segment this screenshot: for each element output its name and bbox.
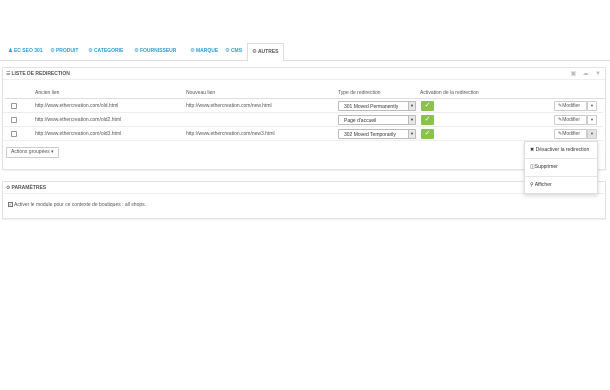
- tab-produit[interactable]: ⚙PRODUIT: [46, 43, 82, 61]
- add-icon[interactable]: ▣: [571, 68, 577, 80]
- chevron-down-icon: ▼: [408, 130, 415, 138]
- list-icon: ☰: [6, 71, 11, 77]
- table-row: http://www.ethercreation.com/old.html ht…: [3, 100, 603, 113]
- check-icon: ✓: [424, 116, 431, 123]
- redirect-type-select[interactable]: 302 Moved Temporarily ▼: [338, 129, 416, 139]
- tab-label: CATEGORIE: [93, 48, 124, 54]
- redirect-type-select[interactable]: 301 Moved Permanently ▼: [338, 101, 416, 111]
- cogs-icon: ⚙: [190, 48, 195, 54]
- cogs-icon: ⚙: [6, 185, 11, 191]
- table-row: http://www.ethercreation.com/old2.html P…: [3, 114, 603, 127]
- check-icon: ✓: [424, 130, 431, 137]
- row-checkbox[interactable]: [11, 131, 17, 137]
- new-link-cell: http://www.ethercreation.com/new3.html: [186, 131, 275, 137]
- old-link-cell: http://www.ethercreation.com/old.html: [35, 103, 119, 109]
- chevron-down-icon: ▼: [408, 102, 415, 110]
- select-value: Page d'accueil: [344, 117, 377, 124]
- column-header-old-link[interactable]: Ancien lien: [35, 90, 59, 96]
- check-icon: ✓: [424, 102, 431, 109]
- new-link-cell: http://www.ethercreation.com/new.html: [186, 103, 272, 109]
- tab-ec-seo-301[interactable]: ♟EC SEO 301: [4, 43, 47, 61]
- filter-icon[interactable]: ▼: [595, 68, 601, 80]
- user-icon: ♟: [8, 48, 13, 54]
- tab-marque[interactable]: ⚙MARQUE: [186, 43, 222, 61]
- panel-toolbar: ▣ ☁ ▼: [566, 68, 601, 80]
- tab-fournisseur[interactable]: ⚙FOURNISSEUR: [130, 43, 180, 61]
- times-icon: ✖: [530, 147, 535, 153]
- row-checkbox[interactable]: [11, 103, 17, 109]
- zoom-icon: ⚲: [530, 182, 534, 188]
- cogs-icon: ⚙: [50, 48, 55, 54]
- row-actions-toggle[interactable]: ▼: [587, 101, 597, 111]
- module-context-option: ✓ Activer le module pour ce contexte de b…: [8, 201, 147, 208]
- module-active-checkbox[interactable]: ✓: [8, 201, 13, 207]
- menu-item-delete[interactable]: ◫Supprimer: [530, 164, 558, 170]
- caret-down-icon: ▼: [590, 103, 594, 108]
- caret-down-icon: ▾: [51, 149, 54, 155]
- menu-item-view[interactable]: ⚲ Afficher: [530, 182, 552, 188]
- header-divider: [5, 98, 605, 99]
- menu-item-label: Supprimer: [534, 164, 558, 170]
- tab-label: CMS: [230, 48, 243, 54]
- table-row: http://www.ethercreation.com/old3.html h…: [3, 128, 603, 141]
- menu-item-label: Désactiver la redirection: [535, 147, 590, 153]
- menu-divider: [525, 158, 597, 159]
- column-header-type[interactable]: Type de redirection: [338, 90, 381, 96]
- parameters-panel: ⚙PARAMÈTRES: [2, 181, 606, 219]
- active-toggle[interactable]: ✓: [421, 101, 434, 111]
- active-toggle[interactable]: ✓: [421, 129, 434, 139]
- caret-down-icon: ▼: [590, 117, 594, 122]
- caret-down-icon: ▼: [590, 131, 594, 136]
- cogs-icon: ⚙: [225, 48, 230, 54]
- redirect-type-select[interactable]: Page d'accueil ▼: [338, 115, 416, 125]
- cogs-icon: ⚙: [88, 48, 93, 54]
- cogs-icon: ⚙: [252, 49, 257, 55]
- menu-item-label: Afficher: [534, 182, 552, 188]
- panel-header: ⚙PARAMÈTRES: [3, 182, 605, 194]
- tab-categorie[interactable]: ⚙CATEGORIE: [84, 43, 127, 61]
- edit-label: Modifier: [562, 117, 580, 123]
- tab-label: PRODUIT: [55, 48, 79, 54]
- edit-button[interactable]: ✎Modifier: [554, 115, 587, 125]
- row-checkbox[interactable]: [11, 117, 17, 123]
- row-actions-toggle[interactable]: ▼: [587, 129, 597, 139]
- edit-button[interactable]: ✎Modifier: [554, 101, 587, 111]
- tab-label: MARQUE: [195, 48, 219, 54]
- edit-label: Modifier: [562, 103, 580, 109]
- menu-item-deactivate[interactable]: ✖ Désactiver la redirection: [530, 147, 589, 153]
- select-value: 301 Moved Permanently: [344, 103, 399, 110]
- cogs-icon: ⚙: [134, 48, 139, 54]
- module-tabs: ♟EC SEO 301 ⚙PRODUIT ⚙CATEGORIE ⚙FOURNIS…: [0, 42, 610, 62]
- tab-label: EC SEO 301: [13, 48, 43, 54]
- tab-label: FOURNISSEUR: [139, 48, 177, 54]
- tab-autres[interactable]: ⚙AUTRES: [247, 43, 284, 62]
- tab-label: AUTRES: [257, 49, 279, 55]
- row-actions-toggle[interactable]: ▼: [587, 115, 597, 125]
- column-header-new-link[interactable]: Nouveau lien: [186, 90, 215, 96]
- menu-divider: [525, 176, 597, 177]
- select-value: 302 Moved Temporarily: [344, 131, 396, 138]
- bulk-actions-button[interactable]: Actions groupées ▾: [6, 147, 59, 158]
- tab-cms[interactable]: ⚙CMS: [221, 43, 246, 61]
- column-header-activation[interactable]: Activation de la redirection: [420, 90, 479, 96]
- export-icon[interactable]: ☁: [583, 68, 589, 80]
- old-link-cell: http://www.ethercreation.com/old2.html: [35, 117, 122, 123]
- checkbox-label: Activer le module pour ce contexte de bo…: [14, 202, 147, 208]
- panel-header: ☰LISTE DE REDIRECTION ▣ ☁ ▼: [3, 68, 605, 80]
- panel-title: LISTE DE REDIRECTION: [11, 71, 70, 77]
- row-actions-menu: ✖ Désactiver la redirection ◫Supprimer ⚲…: [524, 141, 598, 194]
- bulk-actions-label: Actions groupées: [11, 149, 50, 155]
- panel-title: PARAMÈTRES: [11, 185, 47, 191]
- edit-label: Modifier: [562, 131, 580, 137]
- edit-button[interactable]: ✎Modifier: [554, 129, 587, 139]
- old-link-cell: http://www.ethercreation.com/old3.html: [35, 131, 122, 137]
- active-toggle[interactable]: ✓: [421, 115, 434, 125]
- chevron-down-icon: ▼: [408, 116, 415, 124]
